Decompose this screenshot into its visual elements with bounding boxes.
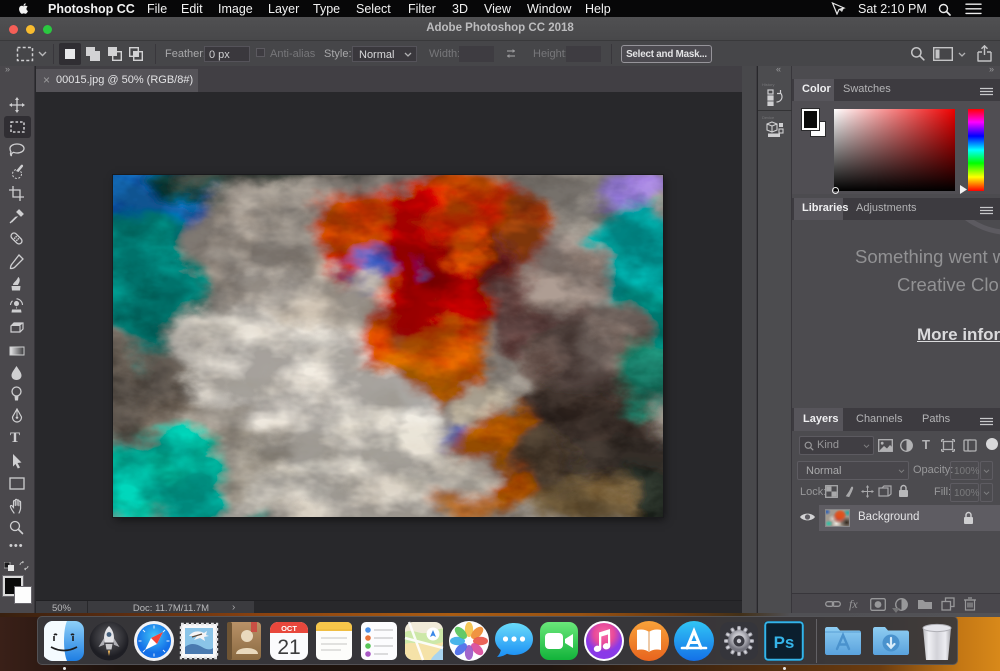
svg-text:Ps: Ps: [774, 633, 795, 652]
svg-text:OCT: OCT: [281, 624, 297, 633]
svg-text:21: 21: [277, 636, 300, 659]
